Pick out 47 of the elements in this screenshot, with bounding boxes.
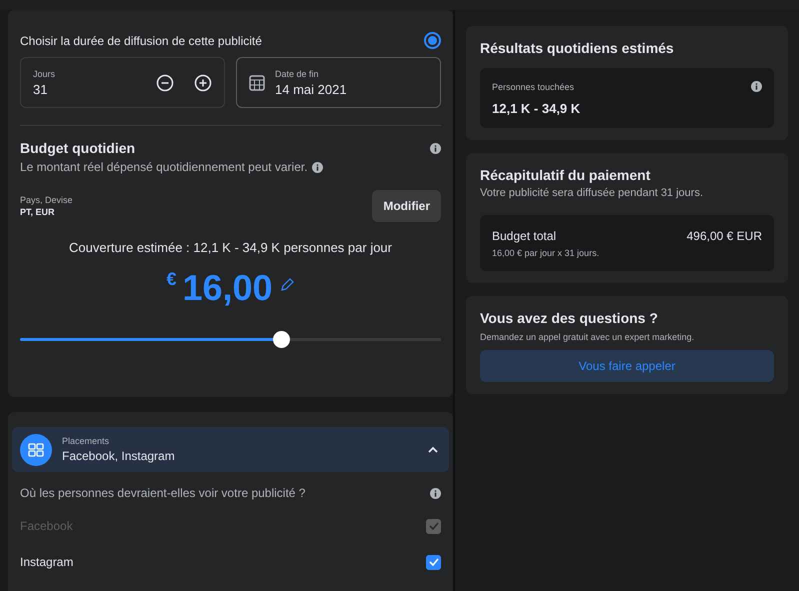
- placements-question: Où les personnes devraient-elles voir votre publicité ?: [20, 486, 306, 500]
- edit-button[interactable]: Modifier: [372, 190, 441, 222]
- chevron-icon[interactable]: [427, 446, 439, 454]
- total-label: Budget total: [492, 229, 556, 243]
- payment-title: Récapitulatif du paiement: [480, 167, 652, 183]
- metric-label: Personnes touchées: [492, 82, 574, 92]
- placement-label: Facebook: [20, 519, 73, 533]
- budget-slider[interactable]: [20, 331, 441, 348]
- pencil-icon[interactable]: [278, 277, 295, 293]
- info-icon[interactable]: [430, 488, 441, 498]
- metric-value: 12,1 K - 34,9 K: [492, 101, 582, 116]
- placement-label: Instagram: [20, 555, 74, 569]
- results-title: Résultats quotidiens estimés: [480, 40, 675, 56]
- check-icon: [428, 522, 438, 530]
- total-value: 496,00 € EUR: [686, 229, 762, 243]
- help-title: Vous avez des questions ?: [480, 310, 659, 326]
- days-field[interactable]: Jours 31: [20, 57, 225, 108]
- country-label: Pays, Devise: [20, 195, 73, 205]
- info-icon[interactable]: [751, 81, 762, 92]
- end-date-value: 14 mai 2021: [275, 82, 347, 96]
- help-subtitle: Demandez un appel gratuit avec un expert marketing.: [480, 332, 696, 342]
- days-label: Jours: [33, 68, 56, 78]
- calendar-icon: [249, 74, 265, 90]
- end-date-field[interactable]: Date de fin 14 mai 2021: [236, 57, 441, 108]
- budget-title: Budget quotidien: [20, 140, 136, 156]
- checkbox[interactable]: [426, 554, 441, 570]
- placements-icon: [20, 434, 52, 466]
- info-icon[interactable]: [312, 162, 323, 172]
- check-icon: [428, 558, 438, 566]
- slider-thumb[interactable]: [273, 331, 290, 348]
- country-value: PT, EUR: [20, 207, 56, 217]
- coverage-text: Couverture estimée : 12,1 K - 34,9 K personnes par jour: [68, 240, 392, 255]
- budget-amount[interactable]: 16,00: [182, 267, 273, 309]
- plus-icon[interactable]: [194, 74, 212, 92]
- placements-value: Facebook, Instagram: [62, 449, 176, 463]
- total-detail: 16,00 € par jour x 31 jours.: [492, 248, 600, 258]
- currency-symbol: €: [166, 269, 176, 290]
- budget-subtitle: Le montant réel dépensé quotidiennement peut varier.: [20, 160, 308, 174]
- end-date-label: Date de fin: [275, 68, 320, 78]
- placements-header[interactable]: Placements Facebook, Instagram: [12, 427, 449, 472]
- radio-button[interactable]: [424, 32, 441, 49]
- info-icon[interactable]: [430, 142, 441, 154]
- placements-label: Placements: [62, 436, 110, 446]
- duration-label: Choisir la durée de diffusion de cette publicité: [20, 34, 262, 48]
- payment-subtitle: Votre publicité sera diffusée pendant 31 jours.: [480, 187, 704, 199]
- minus-icon[interactable]: [156, 74, 174, 92]
- days-value: 31: [33, 82, 48, 96]
